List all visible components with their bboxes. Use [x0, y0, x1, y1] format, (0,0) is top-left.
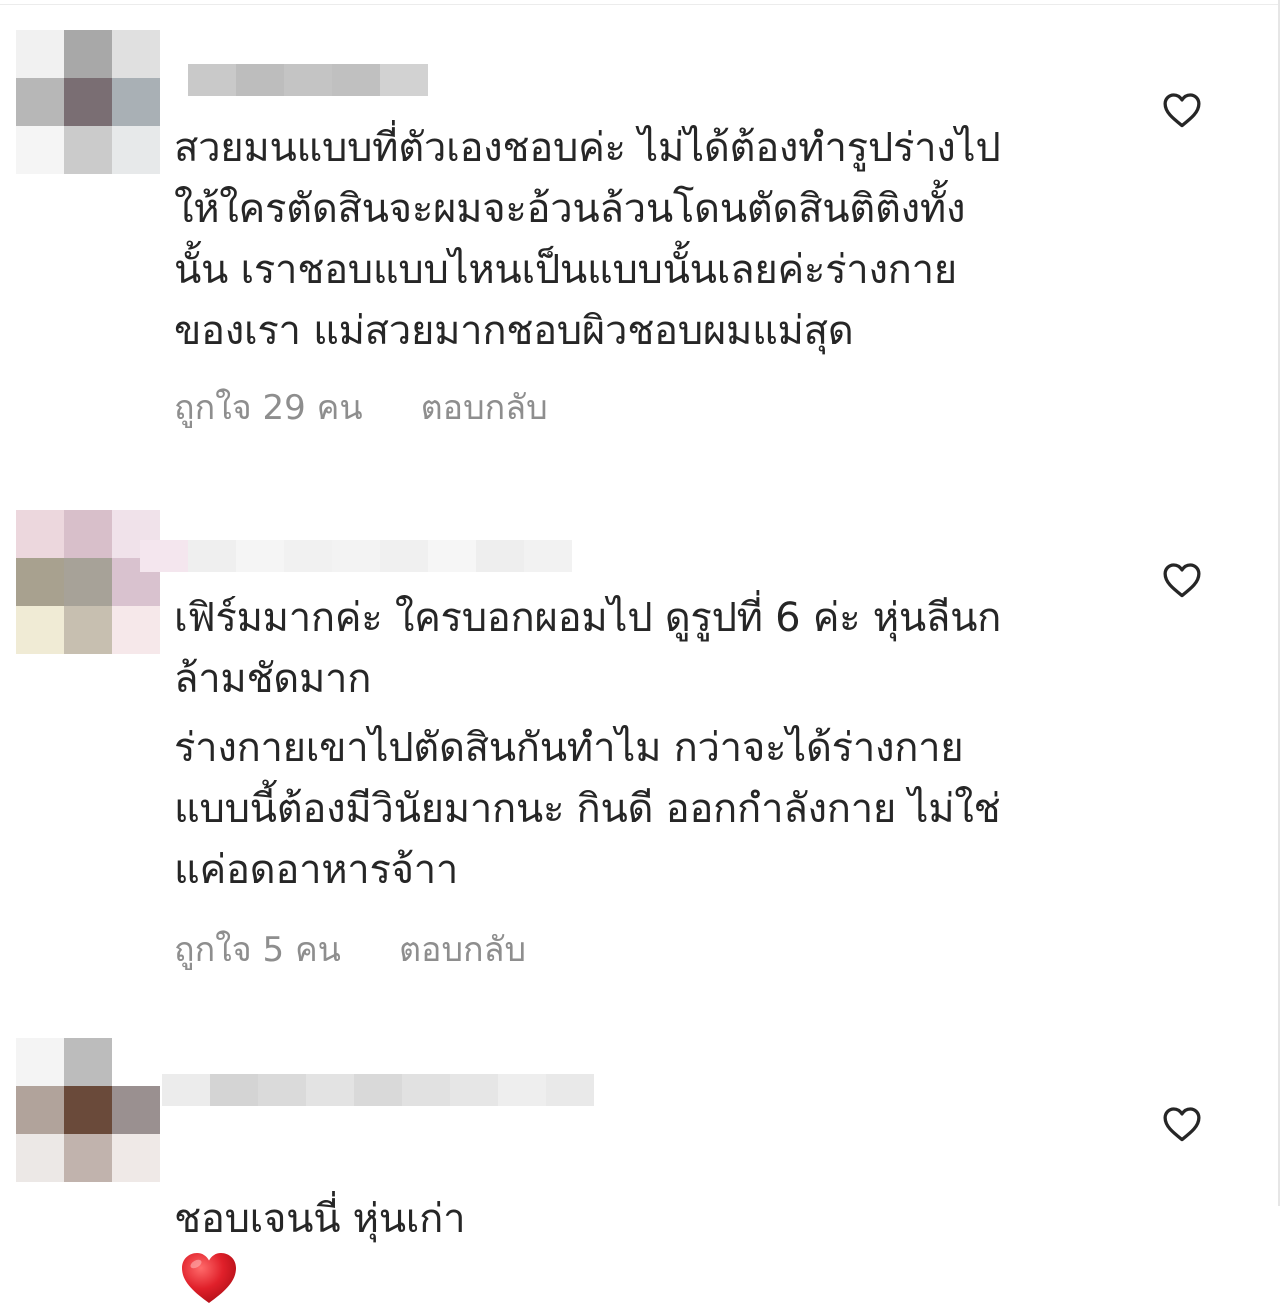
commenter-username-3[interactable] [162, 1074, 642, 1108]
comment-meta: ถูกใจ 29 คน ตอบกลับ [174, 380, 548, 434]
avatar-pixel [112, 30, 160, 78]
top-divider [0, 4, 1280, 5]
comment-text: เฟิร์มมากค่ะ ใครบอกผอมไป ดูรูปที่ 6 ค่ะ … [174, 595, 1002, 702]
avatar-pixel [16, 1134, 64, 1182]
avatar-pixel [112, 1134, 160, 1182]
avatar-pixel [64, 78, 112, 126]
avatar-pixel [112, 126, 160, 174]
avatar-pixel [16, 30, 64, 78]
like-button[interactable] [1160, 558, 1204, 602]
comment-text-row: ชอบเจนนี่ หุ่นเก่า [174, 1128, 1104, 1311]
heart-outline-icon [1163, 1107, 1201, 1142]
avatar-pixel [16, 558, 64, 606]
avatar-pixel [16, 1086, 64, 1134]
like-button[interactable] [1160, 88, 1204, 132]
comment-meta: ถูกใจ 5 คน ตอบกลับ [174, 922, 526, 976]
commenter-avatar-2[interactable] [16, 510, 160, 654]
username-pixel [188, 540, 236, 572]
username-pixel [546, 1074, 594, 1106]
avatar-pixel [16, 1038, 64, 1086]
username-pixel [306, 1074, 354, 1106]
avatar-pixel [64, 558, 112, 606]
comment-text: สวยมนแบบที่ตัวเองชอบค่ะ ไม่ได้ต้องทำรูปร… [174, 125, 1001, 354]
like-button[interactable] [1160, 1102, 1204, 1146]
avatar-pixel [64, 1134, 112, 1182]
like-count[interactable]: ถูกใจ 5 คน [174, 922, 341, 976]
username-pixel [140, 540, 188, 572]
username-pixel [498, 1074, 546, 1106]
avatar-pixel [112, 1038, 160, 1086]
username-pixel [450, 1074, 498, 1106]
username-pixel [402, 1074, 450, 1106]
commenter-avatar-3[interactable] [16, 1038, 160, 1182]
username-pixel [284, 64, 332, 96]
comment-text-paragraph-2: ร่างกายเขาไปตัดสินกันทำไม กว่าจะได้ร่างก… [174, 725, 1001, 893]
username-pixel [476, 540, 524, 572]
username-pixel [428, 540, 476, 572]
username-pixel [188, 64, 236, 96]
heart-outline-icon [1163, 563, 1201, 598]
avatar-pixel [64, 1086, 112, 1134]
username-pixel [236, 64, 284, 96]
avatar-pixel [112, 606, 160, 654]
avatar-pixel [64, 1038, 112, 1086]
username-pixel [380, 540, 428, 572]
avatar-pixel [112, 78, 160, 126]
red-heart-emoji-icon [182, 1253, 236, 1303]
username-pixel [236, 540, 284, 572]
username-pixel [332, 540, 380, 572]
reply-button[interactable]: ตอบกลับ [421, 380, 548, 434]
avatar-pixel [64, 606, 112, 654]
like-count[interactable]: ถูกใจ 29 คน [174, 380, 363, 434]
reply-button[interactable]: ตอบกลับ [399, 922, 526, 976]
avatar-pixel [64, 126, 112, 174]
avatar-pixel [112, 1086, 160, 1134]
avatar-pixel [16, 78, 64, 126]
avatar-pixel [16, 126, 64, 174]
avatar-pixel [16, 510, 64, 558]
username-pixel [524, 540, 572, 572]
commenter-username-2[interactable] [140, 540, 620, 574]
avatar-pixel [64, 510, 112, 558]
username-pixel [284, 540, 332, 572]
username-pixel [332, 64, 380, 96]
commenter-username-1[interactable] [188, 64, 668, 98]
avatar-pixel [64, 30, 112, 78]
commenter-avatar-1[interactable] [16, 30, 160, 174]
username-pixel [354, 1074, 402, 1106]
username-pixel [210, 1074, 258, 1106]
username-pixel [380, 64, 428, 96]
heart-outline-icon [1163, 93, 1201, 128]
avatar-pixel [16, 606, 64, 654]
comment-text: ชอบเจนนี่ หุ่นเก่า [174, 1196, 466, 1242]
username-pixel [258, 1074, 306, 1106]
username-pixel [162, 1074, 210, 1106]
